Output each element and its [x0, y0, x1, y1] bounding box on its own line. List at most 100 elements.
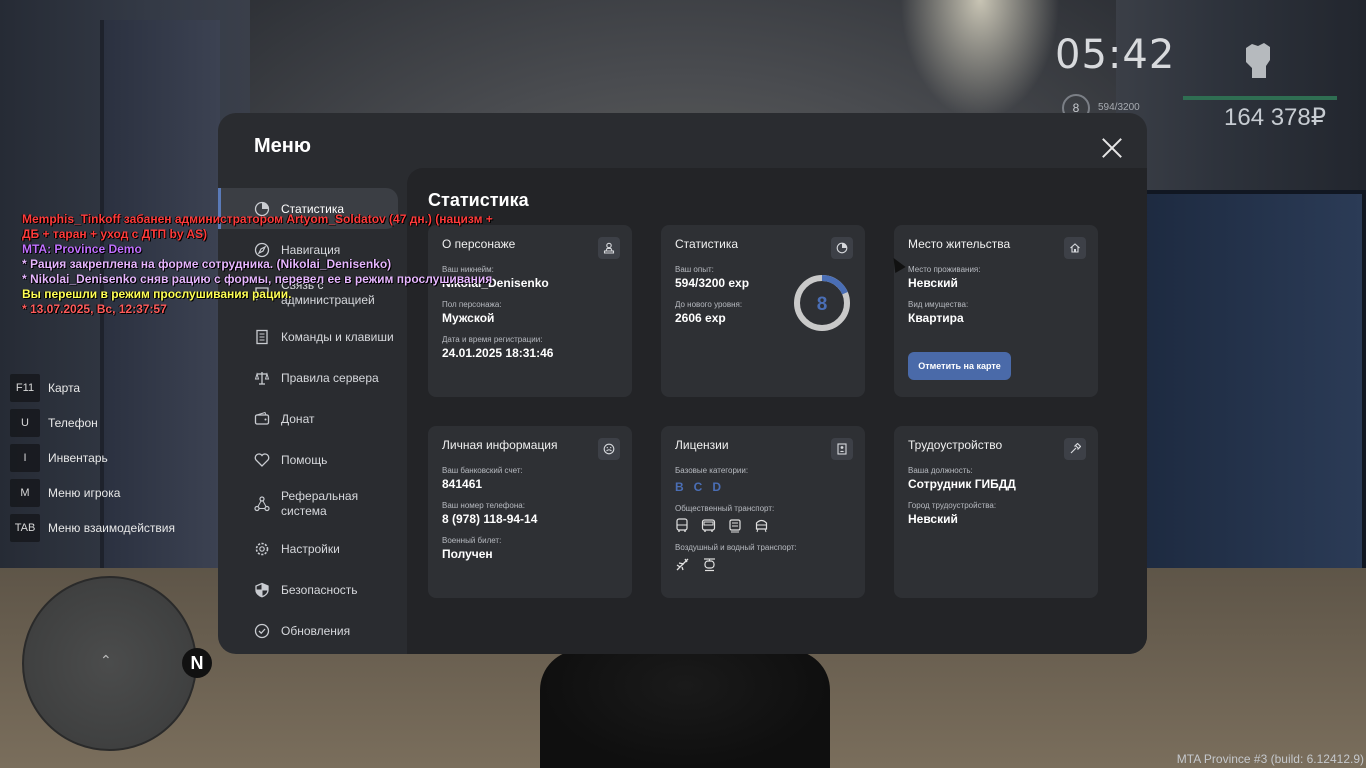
network-icon — [254, 496, 270, 512]
fist-icon — [1240, 38, 1276, 80]
hotkey-key: F11 — [10, 373, 40, 402]
build-info: MTA Province #3 (build: 6.12412.9) — [1176, 752, 1364, 766]
sidebar-item-label: Обновления — [281, 623, 351, 638]
scene-light — [900, 0, 1060, 120]
player-character — [540, 650, 830, 768]
license-category: D — [712, 480, 722, 494]
level-progress-ring: 8 — [794, 275, 850, 331]
sidebar-item-label: Настройки — [281, 541, 340, 556]
field-label: Вид имущества: — [908, 300, 969, 309]
sidebar-item-rules[interactable]: Правила сервера — [218, 357, 408, 398]
hammer-icon — [1064, 438, 1086, 460]
sidebar-item-help[interactable]: Помощь — [218, 439, 408, 480]
job-position-value: Сотрудник ГИБДД — [908, 477, 1016, 491]
hotkey-inventory[interactable]: I Инвентарь — [10, 440, 175, 475]
clock-icon — [831, 237, 853, 259]
field-label: Общественный транспорт: — [675, 504, 775, 513]
card-residence: Место жительства Место проживания: Невск… — [894, 225, 1098, 397]
card-personal-info: Личная информация Ваш банковский счет: 8… — [428, 426, 632, 598]
hotkey-phone[interactable]: U Телефон — [10, 405, 175, 440]
chat-line: Memphis_Tinkoff забанен администратором … — [22, 212, 493, 226]
field-label: Ваша должность: — [908, 466, 973, 475]
hud-exp: 594/3200 — [1098, 102, 1140, 113]
card-title: Место жительства — [908, 237, 1011, 251]
wallet-icon — [254, 411, 270, 427]
minimap-north-badge: N — [182, 648, 212, 678]
hud-health-bar — [1183, 96, 1337, 100]
job-city-value: Невский — [908, 512, 958, 526]
bank-account-value: 841461 — [442, 477, 483, 491]
trolleybus-icon — [701, 519, 716, 532]
hotkey-list: F11 Карта U Телефон I Инвентарь M Меню и… — [10, 370, 175, 545]
registration-value: 24.01.2025 18:31:46 — [442, 346, 554, 360]
document-icon — [254, 329, 270, 345]
hotkey-label: Телефон — [48, 415, 98, 430]
hotkey-key: TAB — [10, 513, 40, 542]
field-label: Ваш номер телефона: — [442, 501, 525, 510]
hud-money: 164 378₽ — [1224, 104, 1327, 131]
sidebar-item-label: Реферальная система — [281, 489, 359, 518]
sidebar-item-updates[interactable]: Обновления — [218, 610, 408, 651]
card-licenses: Лицензии Базовые категории: B C D Общест… — [661, 426, 865, 598]
sidebar-item-label: Донат — [281, 411, 315, 426]
field-label: Город трудоустройства: — [908, 501, 997, 510]
sidebar-item-donate[interactable]: Донат — [218, 398, 408, 439]
sidebar-item-settings[interactable]: Настройки — [218, 528, 408, 569]
card-employment: Трудоустройство Ваша должность: Сотрудни… — [894, 426, 1098, 598]
chat-line: * Nikolai_Denisenko сняв рацию с формы, … — [22, 272, 493, 286]
hotkey-interaction-menu[interactable]: TAB Меню взаимодействия — [10, 510, 175, 545]
sidebar-item-label: Команды и клавиши — [281, 329, 394, 344]
check-circle-icon — [254, 623, 270, 639]
hotkey-key: U — [10, 408, 40, 437]
gear-icon — [254, 541, 270, 557]
sidebar-item-commands[interactable]: Команды и клавиши — [218, 316, 408, 357]
card-title: Трудоустройство — [908, 438, 1003, 452]
property-type-value: Квартира — [908, 311, 964, 325]
field-label: Ваш банковский счет: — [442, 466, 523, 475]
license-category: B — [675, 480, 684, 494]
person-icon — [598, 237, 620, 259]
bus-icon — [676, 518, 688, 532]
card-statistics: Статистика Ваш опыт: 594/3200 exp До нов… — [661, 225, 865, 397]
hotkey-player-menu[interactable]: M Меню игрока — [10, 475, 175, 510]
face-icon — [598, 438, 620, 460]
sidebar-item-referral[interactable]: Реферальная система — [218, 480, 408, 528]
hotkey-key: M — [10, 478, 40, 507]
sidebar-item-label: Безопасность — [281, 582, 358, 597]
chat-line: * 13.07.2025, Вс, 12:37:57 — [22, 302, 167, 316]
field-label: Воздушный и водный транспорт: — [675, 543, 797, 552]
menu-content: Статистика О персонаже Ваш никнейм: Niko… — [407, 168, 1147, 654]
house-icon — [1064, 237, 1086, 259]
chat-line: ДБ + таран + уход с ДТП by AS) — [22, 227, 208, 241]
hotkey-label: Инвентарь — [48, 450, 108, 465]
license-categories: B C D — [675, 480, 851, 494]
phone-value: 8 (978) 118-94-14 — [442, 512, 538, 526]
card-title: Лицензии — [675, 438, 729, 452]
sidebar-item-label: Правила сервера — [281, 370, 379, 385]
field-label: Дата и время регистрации: — [442, 335, 543, 344]
mark-on-map-button[interactable]: Отметить на карте — [908, 352, 1011, 380]
license-category: C — [693, 480, 703, 494]
air-water-licenses — [675, 557, 851, 572]
shield-icon — [254, 582, 270, 598]
scales-icon — [254, 370, 270, 386]
field-label: Базовые категории: — [675, 466, 749, 475]
id-card-icon — [831, 438, 853, 460]
close-icon[interactable] — [1101, 137, 1123, 159]
plane-icon — [676, 558, 689, 571]
level-value: 8 — [817, 294, 828, 315]
hotkey-label: Меню взаимодействия — [48, 520, 175, 535]
tram-icon — [729, 519, 741, 533]
chat-line: MTA: Province Demo — [22, 242, 142, 256]
field-label: Военный билет: — [442, 536, 502, 545]
field-label: Место проживания: — [908, 265, 981, 274]
scene-door-right — [1136, 190, 1366, 610]
metro-icon — [755, 519, 768, 533]
chat-line: Вы перешли в режим прослушивания рации. — [22, 287, 292, 301]
military-id-value: Получен — [442, 547, 493, 561]
public-transport-licenses — [675, 518, 851, 533]
hotkey-map[interactable]: F11 Карта — [10, 370, 175, 405]
card-title: Личная информация — [442, 438, 558, 452]
sidebar-item-security[interactable]: Безопасность — [218, 569, 408, 610]
content-title: Статистика — [428, 190, 529, 210]
